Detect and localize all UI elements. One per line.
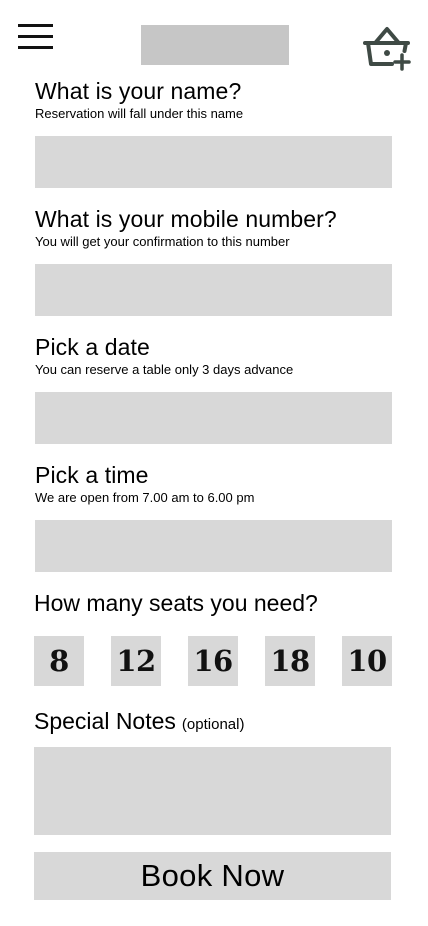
date-field[interactable] bbox=[35, 392, 392, 444]
menu-bar bbox=[18, 24, 53, 27]
seat-option[interactable]: 12 bbox=[111, 636, 161, 686]
notes-label: Special Notes bbox=[34, 708, 176, 734]
notes-optional-label: (optional) bbox=[181, 716, 245, 733]
book-now-button[interactable]: Book Now bbox=[34, 852, 391, 900]
menu-bar bbox=[18, 35, 53, 38]
mobile-field[interactable] bbox=[35, 264, 392, 316]
mobile-question: What is your mobile number? bbox=[35, 206, 337, 232]
name-question: What is your name? bbox=[35, 78, 242, 104]
menu-bar bbox=[18, 46, 53, 49]
time-hint: We are open from 7.00 am to 6.00 pm bbox=[35, 490, 255, 505]
seat-option[interactable]: 8 bbox=[34, 636, 84, 686]
date-question: Pick a date bbox=[35, 334, 150, 360]
name-hint: Reservation will fall under this name bbox=[35, 106, 244, 121]
logo-placeholder bbox=[141, 25, 289, 65]
seat-option[interactable]: 10 bbox=[342, 636, 392, 686]
time-field[interactable] bbox=[35, 520, 392, 572]
menu-button[interactable] bbox=[18, 24, 54, 50]
cart-button[interactable] bbox=[362, 24, 412, 72]
notes-heading: Special Notes (optional) bbox=[34, 708, 244, 738]
seat-option[interactable]: 18 bbox=[265, 636, 315, 686]
special-notes-textarea[interactable] bbox=[34, 747, 391, 835]
time-question: Pick a time bbox=[35, 462, 149, 488]
seats-question: How many seats you need? bbox=[34, 590, 318, 616]
date-hint: You can reserve a table only 3 days adva… bbox=[35, 362, 294, 377]
basket-add-icon bbox=[363, 27, 411, 71]
mobile-hint: You will get your confirmation to this n… bbox=[35, 234, 290, 249]
name-field[interactable] bbox=[35, 136, 392, 188]
seat-option[interactable]: 16 bbox=[188, 636, 238, 686]
